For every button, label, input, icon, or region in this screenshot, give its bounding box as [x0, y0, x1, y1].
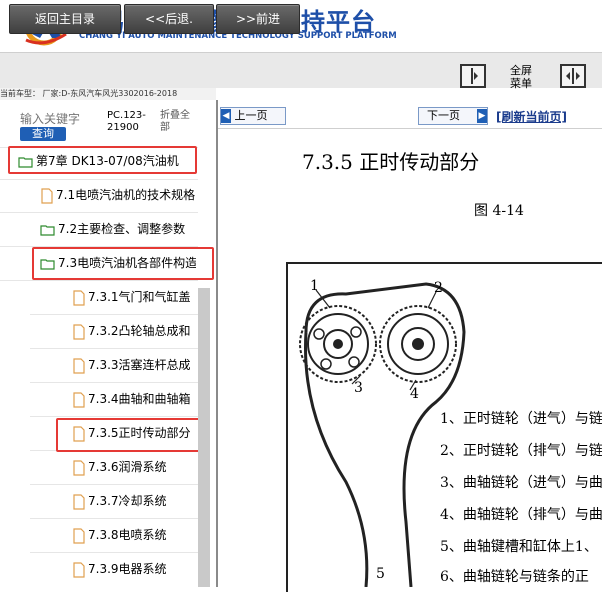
tree-item-7-3-6[interactable]: 7.3.6润滑系统 [72, 456, 196, 478]
arrow-right-icon: ▶ [477, 109, 487, 123]
forward-button[interactable]: >>前进 [216, 4, 300, 34]
highlight-box [32, 247, 214, 280]
tree-item-label: 7.3.2凸轮轴总成和 [88, 324, 191, 338]
tree-item-7-3-7[interactable]: 7.3.7冷却系统 [72, 490, 196, 512]
callout-2: 2 [434, 280, 443, 296]
tree-item-7-3-4[interactable]: 7.3.4曲轴和曲轴箱 [72, 388, 196, 410]
section-title: 7.3.5 正时传动部分 [302, 150, 480, 174]
legend-line: 1、正时链轮（进气）与链 [440, 411, 602, 427]
tree-item-label: 7.1电喷汽油机的技术规格 [56, 188, 196, 202]
tree-item-7-1[interactable]: 7.1电喷汽油机的技术规格 [40, 184, 196, 206]
vehicle-info: 当前车型： 厂家:D-东风汽车风光3302016-2018 [0, 88, 216, 100]
expand-icon [566, 68, 580, 84]
sidebar-scrollbar[interactable] [198, 288, 210, 587]
legend-line: 5、曲轴键槽和缸体上1、 [440, 539, 598, 555]
tree-item-7-3-3[interactable]: 7.3.3活塞连杆总成 [72, 354, 196, 376]
legend-line: 4、曲轴链轮（排气）与曲 [440, 507, 602, 523]
tree-item-7-3-2[interactable]: 7.3.2凸轮轴总成和 [72, 320, 196, 342]
next-page-label: 下一页 [427, 109, 460, 122]
search-input[interactable] [20, 112, 82, 126]
fullscreen-button[interactable] [460, 64, 486, 88]
tree-item-7-2[interactable]: 7.2主要检查、调整参数 [40, 218, 196, 240]
tree-item-label: 7.3.9电器系统 [88, 562, 167, 576]
toggle-menu-button[interactable] [560, 64, 586, 88]
prev-page-button[interactable]: ◀ 上一页 [220, 107, 286, 125]
home-button[interactable]: 返回主目录 [9, 4, 121, 34]
folder-icon [40, 224, 55, 236]
tree-item-label: 7.3.6润滑系统 [88, 460, 167, 474]
tree-item-label: 7.2主要检查、调整参数 [58, 222, 186, 236]
callout-5: 5 [376, 566, 385, 582]
refresh-page-link[interactable]: [刷新当前页] [496, 108, 567, 125]
tree-item-label: 7.3.7冷却系统 [88, 494, 167, 508]
back-button[interactable]: <<后退. [124, 4, 214, 34]
document-icon [73, 527, 85, 544]
fullscreen-menu-label: 全屏 菜单 [506, 64, 536, 90]
tree-item-7-3-9[interactable]: 7.3.9电器系统 [72, 558, 196, 580]
search-button[interactable]: 查询 [20, 127, 66, 141]
callout-1: 1 [310, 278, 319, 294]
tree-item-label: 7.3.4曲轴和曲轴箱 [88, 392, 191, 406]
tree-item-7-3-1[interactable]: 7.3.1气门和气缸盖 [72, 286, 196, 308]
tree-item-label: 7.3.1气门和气缸盖 [88, 290, 191, 304]
document-icon [73, 493, 85, 510]
callout-3: 3 [354, 380, 363, 396]
tree-item-7-3-8[interactable]: 7.3.8电喷系统 [72, 524, 196, 546]
arrow-left-icon: ◀ [221, 109, 231, 123]
prev-page-label: 上一页 [234, 109, 268, 122]
legend-line: 2、正时链轮（排气）与链 [440, 443, 602, 459]
legend-line: 3、曲轴链轮（进气）与曲 [440, 475, 602, 491]
legend-line: 6、曲轴链轮与链条的正 [440, 569, 589, 585]
document-icon [73, 289, 85, 306]
menu-text: 菜单 [510, 77, 532, 90]
figure-label: 图 4-14 [474, 203, 524, 219]
fullscreen-text: 全屏 [510, 64, 532, 77]
next-page-button[interactable]: 下一页 ▶ [418, 107, 488, 125]
document-icon [73, 459, 85, 476]
document-icon [73, 561, 85, 578]
collapse-all-button[interactable]: 折叠全部 [160, 110, 198, 134]
document-icon [73, 323, 85, 340]
document-icon [73, 391, 85, 408]
highlight-box [56, 418, 202, 452]
tree-item-label: 7.3.3活塞连杆总成 [88, 358, 191, 372]
model-code: PC.123-21900 [107, 110, 146, 133]
highlight-box [8, 146, 197, 174]
fullscreen-icon [471, 68, 478, 84]
tree-item-label: 7.3.8电喷系统 [88, 528, 167, 542]
callout-4: 4 [410, 386, 419, 402]
document-icon [73, 357, 85, 374]
document-icon [41, 187, 53, 204]
